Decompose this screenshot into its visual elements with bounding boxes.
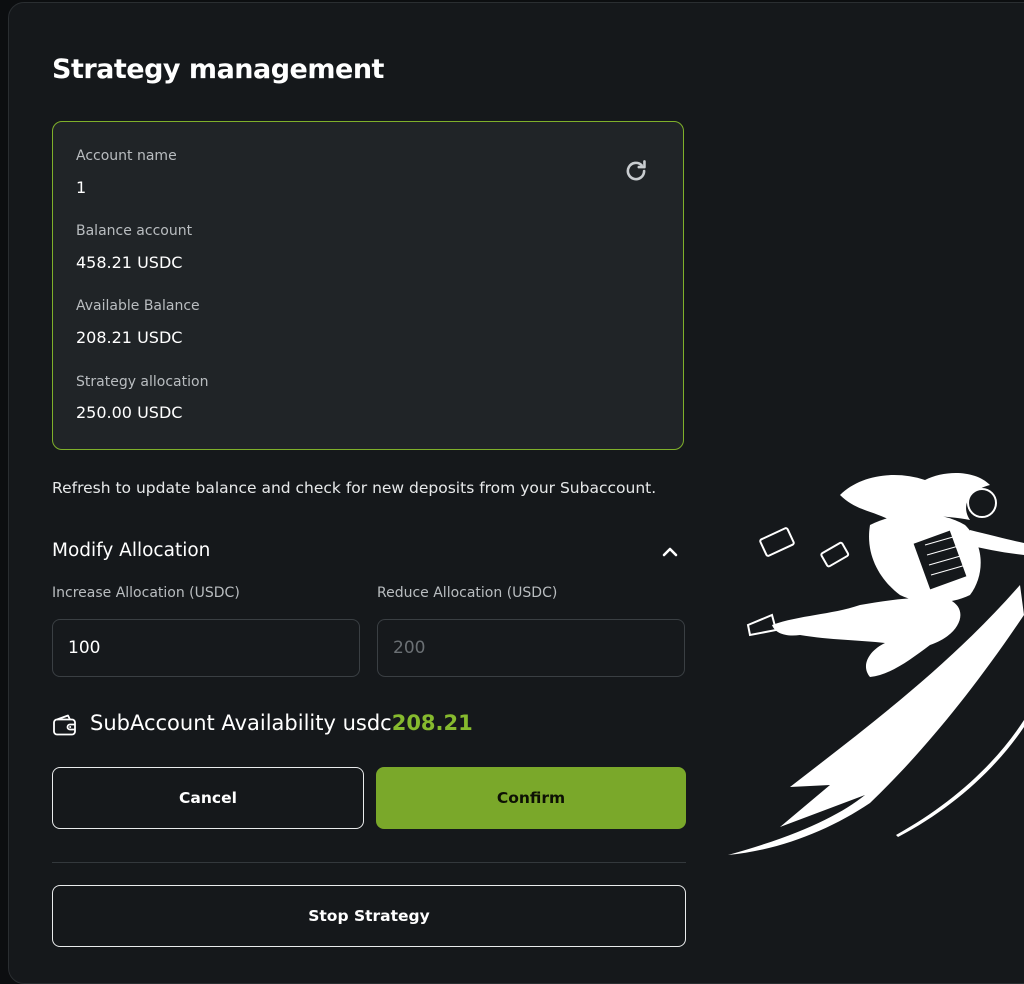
availability-label: SubAccount Availability usdc — [90, 711, 392, 735]
balance-account-value: 458.21 USDC — [76, 253, 183, 272]
account-info-card: Account name 1 Balance account 458.21 US… — [52, 121, 684, 450]
strategy-allocation-label: Strategy allocation — [76, 374, 209, 390]
wallet-icon — [53, 714, 76, 736]
divider — [52, 862, 686, 863]
cancel-button[interactable]: Cancel — [52, 767, 364, 829]
refresh-hint-text: Refresh to update balance and check for … — [52, 479, 657, 497]
increase-allocation-input[interactable] — [52, 619, 360, 677]
flying-woman-illustration — [728, 473, 1024, 855]
increase-allocation-label: Increase Allocation (USDC) — [52, 585, 240, 601]
account-name-value: 1 — [76, 178, 87, 197]
account-name-label: Account name — [76, 148, 177, 164]
available-balance-label: Available Balance — [76, 298, 200, 314]
modify-allocation-title: Modify Allocation — [52, 540, 211, 561]
subaccount-availability: SubAccount Availability usdc208.21 — [90, 711, 473, 735]
refresh-icon[interactable] — [623, 158, 649, 184]
balance-account-label: Balance account — [76, 223, 193, 239]
stop-strategy-button[interactable]: Stop Strategy — [52, 885, 686, 947]
reduce-allocation-label: Reduce Allocation (USDC) — [377, 585, 558, 601]
available-balance-value: 208.21 USDC — [76, 328, 183, 347]
chevron-up-icon[interactable] — [658, 540, 682, 564]
availability-amount: 208.21 — [391, 711, 473, 735]
confirm-button[interactable]: Confirm — [376, 767, 686, 829]
page-title: Strategy management — [52, 54, 384, 85]
reduce-allocation-input[interactable] — [377, 619, 685, 677]
strategy-allocation-value: 250.00 USDC — [76, 403, 183, 422]
